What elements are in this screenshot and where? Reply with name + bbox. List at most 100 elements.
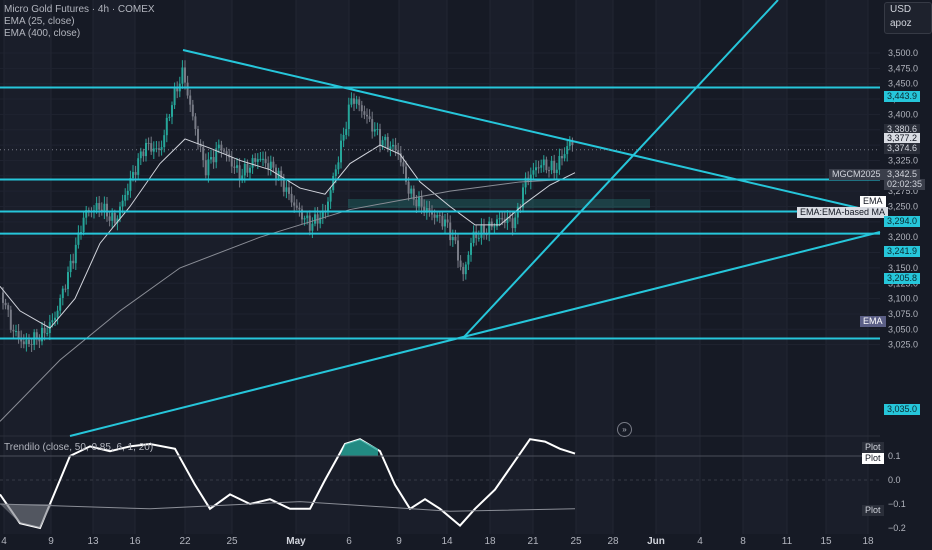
candle-body: [537, 167, 540, 169]
candle-body: [389, 146, 392, 150]
osc-plot-label-3: Plot: [862, 505, 884, 516]
chart-legend: Micro Gold Futures · 4h · COMEX EMA (25,…: [4, 4, 155, 40]
candle-body: [358, 99, 361, 106]
ema-25-legend[interactable]: EMA (25, close): [4, 16, 155, 28]
candle-body: [353, 98, 355, 104]
candle-body: [464, 264, 467, 275]
time-tick: 21: [527, 536, 539, 547]
time-tick: 11: [781, 536, 793, 547]
candle-body: [498, 218, 501, 220]
candle-body: [548, 170, 550, 172]
candle-body: [267, 163, 270, 170]
candle-body: [269, 161, 272, 170]
candle-body: [386, 136, 389, 150]
currency-sub: apoz: [890, 18, 912, 29]
candle-body: [25, 339, 28, 345]
chart-area[interactable]: 3,500.03,475.03,450.03,425.03,400.03,375…: [0, 0, 932, 550]
time-tick: 18: [862, 536, 874, 547]
time-tick: 28: [607, 536, 619, 547]
candle-body: [392, 144, 394, 147]
candle-body: [28, 339, 30, 344]
candle-body: [514, 217, 517, 229]
candle-body: [511, 218, 514, 229]
time-tick: 14: [441, 536, 453, 547]
candle-body: [303, 218, 306, 220]
time-tick: 25: [226, 536, 238, 547]
time-axis[interactable]: 4 9 13 16 22 25 May 6 9 14 18 21 25 28 Jun 4 8 11 15 18: [0, 534, 932, 550]
candle-body: [74, 244, 77, 264]
candle-body: [345, 129, 348, 135]
price-tick: 3,500.0: [888, 48, 918, 58]
candle-body: [30, 343, 33, 345]
candle-body: [243, 163, 246, 176]
price-tick: 3,050.0: [888, 324, 918, 334]
osc-tick: −0.2: [888, 523, 906, 533]
candle-body: [540, 165, 543, 168]
candle-body: [542, 159, 545, 166]
candle-body: [108, 216, 111, 221]
candle-body: [475, 231, 478, 239]
candle-body: [158, 148, 160, 150]
osc-lower-band: [0, 501, 576, 512]
candle-body: [12, 329, 15, 332]
candle-body: [142, 151, 145, 157]
candle-body: [501, 218, 504, 220]
candle-body: [106, 203, 108, 217]
time-tick: 25: [570, 536, 582, 547]
candle-body: [246, 163, 249, 173]
candle-body: [207, 159, 210, 176]
osc-tick: 0.1: [888, 451, 901, 461]
time-tick: 18: [484, 536, 496, 547]
candle-body: [563, 154, 566, 159]
candle-body: [171, 105, 173, 117]
candle-body: [98, 203, 101, 210]
candle-body: [197, 128, 199, 144]
candle-body: [446, 219, 449, 223]
candle-body: [311, 223, 314, 231]
price-label-3241: 3,241.9: [884, 246, 921, 257]
candle-body: [59, 298, 62, 311]
candle-body: [191, 104, 194, 117]
candle-body: [459, 260, 462, 267]
candle-body: [165, 117, 168, 136]
ema-400-legend[interactable]: EMA (400, close): [4, 28, 155, 40]
double-chevron-right-icon[interactable]: »: [617, 422, 632, 437]
candle-body: [550, 160, 553, 171]
time-tick: 4: [1, 536, 7, 547]
candle-body: [184, 67, 186, 83]
candle-body: [402, 162, 405, 167]
candle-body: [457, 240, 459, 261]
price-label-3443: 3,443.9: [884, 91, 921, 102]
currency-selector[interactable]: USD apoz: [884, 2, 932, 34]
candle-body: [4, 302, 7, 306]
candle-body: [282, 179, 285, 192]
candle-body: [493, 226, 496, 228]
candle-body: [285, 187, 288, 192]
session-band: [399, 0, 447, 534]
candle-body: [238, 165, 241, 181]
time-tick: 16: [129, 536, 141, 547]
candle-body: [553, 160, 556, 174]
candle-body: [186, 82, 189, 96]
price-tick: 3,250.0: [888, 202, 918, 212]
candle-body: [262, 158, 264, 160]
candle-body: [470, 242, 472, 255]
time-tick: Jun: [647, 536, 665, 547]
candle-body: [444, 219, 446, 227]
candle-body: [155, 148, 158, 150]
candle-body: [293, 202, 296, 206]
symbol-title[interactable]: Micro Gold Futures · 4h · COMEX: [4, 4, 155, 16]
candle-body: [56, 310, 59, 318]
candle-body: [134, 172, 137, 175]
candle-body: [256, 159, 259, 162]
trendilo-legend[interactable]: Trendilo (close, 50, 0.85, 6, 1, 20): [4, 442, 153, 453]
candle-body: [181, 67, 184, 84]
price-tick: 3,400.0: [888, 109, 918, 119]
price-tick: 3,075.0: [888, 309, 918, 319]
price-axis[interactable]: 3,500.03,475.03,450.03,425.03,400.03,375…: [888, 48, 918, 533]
symbol-tag: MGCM2025: [829, 169, 884, 180]
candle-body: [64, 288, 67, 290]
candle-body: [189, 95, 192, 105]
candle-body: [251, 158, 254, 168]
candle-body: [69, 260, 72, 273]
